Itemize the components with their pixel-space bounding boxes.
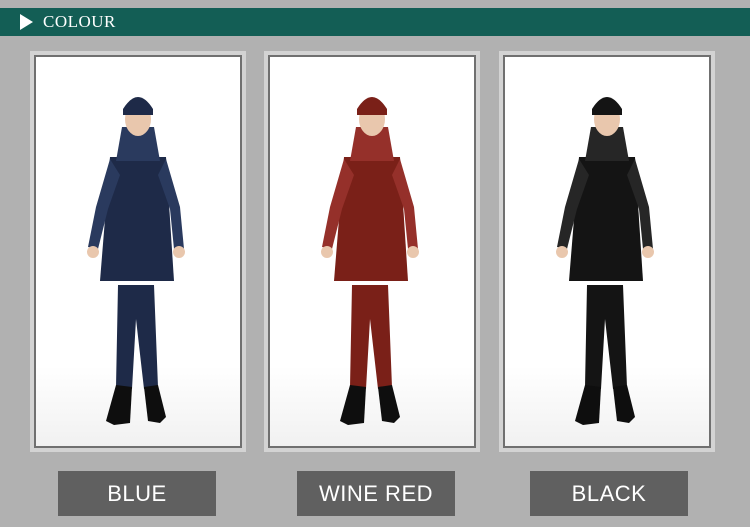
section-title: COLOUR: [43, 12, 116, 31]
product-photo-frame: [503, 55, 711, 448]
product-card-blue[interactable]: [30, 51, 246, 452]
model-figure-blue: [87, 97, 185, 425]
colour-label-black[interactable]: BLACK: [530, 471, 688, 516]
colour-label-blue[interactable]: BLUE: [58, 471, 216, 516]
product-photo-frame: [268, 55, 476, 448]
product-card-black[interactable]: [499, 51, 715, 452]
model-figure-wine-red: [321, 97, 419, 425]
section-header: COLOUR: [0, 8, 750, 36]
product-card-wine-red[interactable]: [264, 51, 480, 452]
colour-label-wine-red[interactable]: WINE RED: [297, 471, 455, 516]
model-figure-black: [556, 97, 654, 425]
product-photo-frame: [34, 55, 242, 448]
play-arrow-icon: [20, 14, 33, 30]
